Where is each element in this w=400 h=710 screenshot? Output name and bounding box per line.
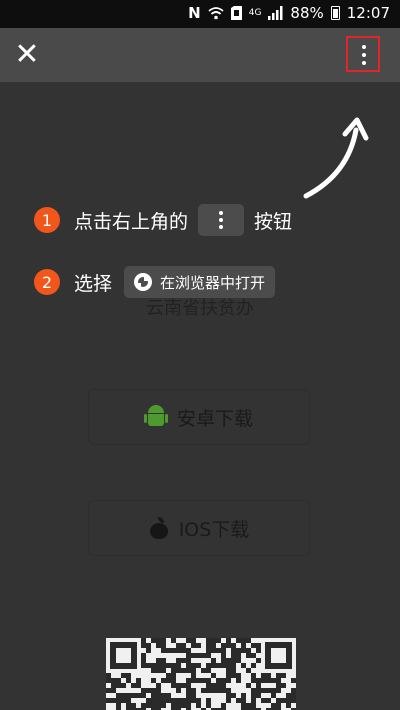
- guide-step-1: 1 点击右上角的 按钮: [34, 204, 292, 236]
- network-type: 4G: [248, 8, 262, 18]
- wifi-icon: [208, 6, 224, 20]
- globe-icon: [134, 273, 153, 291]
- curved-arrow-icon: [303, 117, 369, 199]
- more-menu-button[interactable]: [346, 36, 380, 72]
- step-number-2: 2: [34, 269, 60, 295]
- step1-suffix: 按钮: [254, 210, 293, 233]
- vertical-dots-icon: [219, 208, 224, 232]
- battery-icon: [330, 6, 340, 20]
- step1-text: 点击右上角的: [74, 210, 189, 233]
- signal-icon: [268, 6, 283, 20]
- step2-text: 选择: [74, 272, 113, 295]
- nfc-icon: N: [188, 4, 201, 22]
- status-icons: N 4G 88% 12:07: [188, 4, 390, 22]
- qr-code: [106, 638, 296, 710]
- ios-download-button[interactable]: IOS下载: [88, 500, 310, 556]
- close-button[interactable]: ✕: [10, 36, 44, 74]
- org-name: 云南省扶贫办: [146, 298, 254, 319]
- android-download-button[interactable]: 安卓下载: [88, 389, 310, 445]
- apple-icon: [149, 517, 169, 539]
- status-bar: N 4G 88% 12:07: [0, 0, 400, 28]
- more-dots-icon: [362, 45, 366, 69]
- step-number-1: 1: [34, 207, 60, 233]
- sim-icon: [230, 6, 242, 20]
- clock: 12:07: [346, 4, 390, 22]
- top-nav-bar: ✕: [0, 28, 400, 82]
- android-icon: [143, 405, 168, 429]
- open-in-browser-label: 在浏览器中打开: [160, 273, 266, 292]
- ios-download-label: IOS下载: [178, 518, 250, 541]
- android-download-label: 安卓下载: [176, 407, 253, 430]
- close-icon: ✕: [14, 37, 40, 72]
- menu-dots-hint: [198, 204, 245, 236]
- battery-percent: 88%: [290, 4, 324, 22]
